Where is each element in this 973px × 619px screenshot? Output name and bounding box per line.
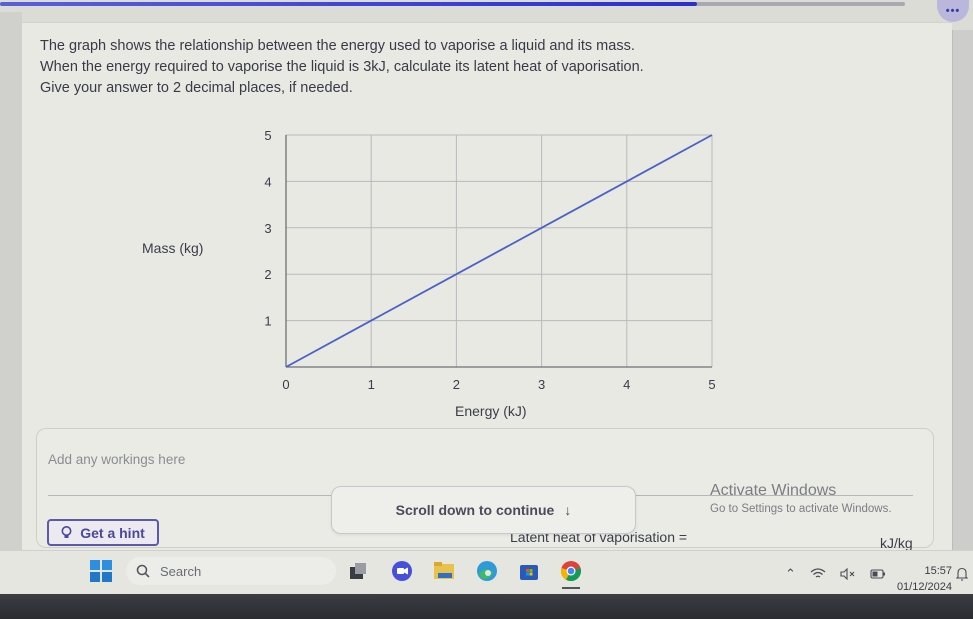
data-line (285, 134, 713, 368)
file-explorer-icon[interactable] (433, 560, 455, 582)
watermark-title: Activate Windows (710, 482, 837, 499)
x-tick-label: 1 (368, 377, 375, 392)
chart-y-axis-label: Mass (kg) (142, 240, 204, 256)
y-tick-label: 4 (264, 174, 271, 189)
microsoft-store-icon[interactable] (518, 560, 540, 582)
hint-label: Get a hint (80, 524, 145, 541)
wifi-icon[interactable] (810, 568, 826, 580)
clock-time: 15:57 (924, 565, 952, 577)
workings-placeholder: Add any workings here (48, 452, 186, 467)
progress-bar (0, 2, 905, 6)
activate-windows-watermark: Activate Windows Go to Settings to activ… (710, 482, 892, 515)
energy-mass-chart: 0 1 2 3 4 5 1 2 3 4 5 (264, 128, 715, 392)
left-margin (0, 12, 22, 550)
x-tick-label: 4 (623, 377, 630, 392)
windows-start-icon[interactable] (90, 560, 112, 582)
question-line: Give your answer to 2 decimal places, if… (40, 80, 353, 96)
taskbar-search[interactable]: Search (126, 557, 336, 585)
y-tick-label: 5 (264, 128, 271, 143)
taskbar-clock[interactable]: 15:57 01/12/2024 (888, 563, 952, 595)
y-tick-label: 1 (264, 314, 271, 329)
scroll-label: Scroll down to continue (395, 502, 555, 518)
system-tray: ⌃ (785, 566, 886, 582)
question-line: When the energy required to vaporise the… (40, 59, 644, 75)
scrollbar-track[interactable] (952, 30, 973, 550)
x-tick-label: 3 (538, 377, 545, 392)
chrome-browser-icon[interactable] (560, 560, 582, 582)
chart-x-axis-label: Energy (kJ) (455, 403, 527, 419)
chevron-up-icon[interactable]: ⌃ (785, 566, 796, 582)
meet-app-icon[interactable] (391, 560, 413, 582)
watermark-subtitle: Go to Settings to activate Windows. (710, 503, 892, 515)
search-placeholder: Search (160, 563, 202, 579)
chrome-active-indicator (562, 587, 580, 589)
y-tick-label: 3 (264, 221, 271, 236)
notification-bell-icon[interactable] (956, 567, 968, 581)
edge-browser-icon[interactable] (476, 560, 498, 582)
arrow-down-icon: ↓ (564, 502, 572, 518)
monitor-bezel (0, 594, 973, 619)
answer-unit: kJ/kg (880, 535, 913, 551)
clock-date: 01/12/2024 (896, 581, 952, 593)
get-hint-button[interactable]: Get a hint (47, 519, 159, 546)
x-tick-label: 0 (282, 377, 289, 392)
battery-icon[interactable] (870, 569, 886, 579)
more-options-button[interactable]: ••• (937, 0, 969, 22)
speaker-muted-icon[interactable] (840, 568, 856, 580)
task-view-icon[interactable] (347, 560, 369, 582)
question-text: The graph shows the relationship between… (40, 36, 644, 99)
progress-fill (0, 2, 697, 6)
x-tick-label: 2 (453, 377, 460, 392)
ellipsis-icon: ••• (945, 5, 961, 17)
y-tick-label: 2 (264, 267, 271, 282)
search-icon (136, 564, 150, 578)
lightbulb-icon (61, 526, 72, 538)
question-line: The graph shows the relationship between… (40, 38, 635, 54)
scroll-down-button[interactable]: Scroll down to continue ↓ (331, 486, 636, 534)
x-tick-label: 5 (708, 377, 715, 392)
